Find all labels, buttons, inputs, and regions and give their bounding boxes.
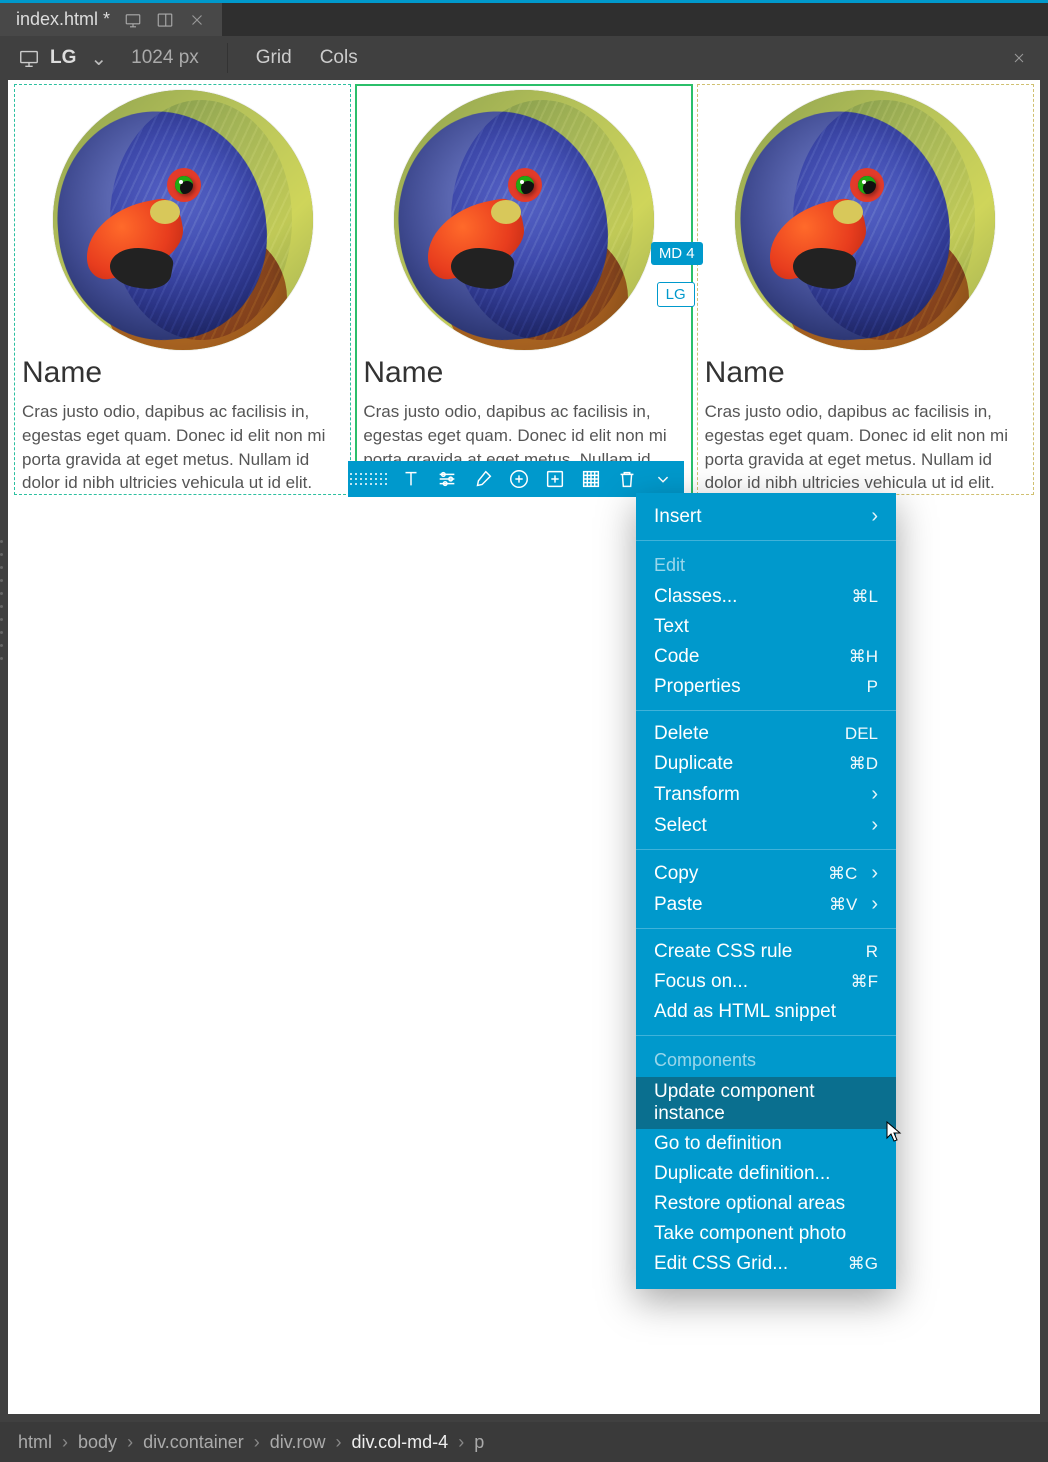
crumb-p[interactable]: p xyxy=(474,1432,484,1453)
collapsed-panel-handle[interactable] xyxy=(0,540,6,660)
insert-into-icon[interactable] xyxy=(544,468,566,490)
menu-properties[interactable]: PropertiesP xyxy=(636,672,896,702)
menu-delete[interactable]: DeleteDEL xyxy=(636,719,896,749)
tabbar-empty xyxy=(222,3,1048,36)
card-image[interactable] xyxy=(735,90,995,350)
breadcrumb: html › body › div.container › div.row › … xyxy=(0,1422,1048,1462)
edit-text-icon[interactable] xyxy=(400,468,422,490)
menu-copy[interactable]: Copy⌘C› xyxy=(636,858,896,889)
menu-insert[interactable]: Insert › xyxy=(636,501,896,532)
chevron-right-icon: › xyxy=(871,783,878,806)
viewport-device-icon[interactable] xyxy=(18,47,40,69)
menu-header-edit: Edit xyxy=(636,549,896,582)
tab-title: index.html * xyxy=(16,9,110,30)
menu-take-photo[interactable]: Take component photo xyxy=(636,1219,896,1249)
chevron-right-icon: › xyxy=(335,1432,341,1453)
crumb-container[interactable]: div.container xyxy=(143,1432,244,1453)
card-title[interactable]: Name xyxy=(705,356,1026,390)
card-title[interactable]: Name xyxy=(363,356,684,390)
crumb-body[interactable]: body xyxy=(78,1432,117,1453)
menu-duplicate-definition[interactable]: Duplicate definition... xyxy=(636,1159,896,1189)
card-image[interactable] xyxy=(394,90,654,350)
menu-go-to-definition[interactable]: Go to definition xyxy=(636,1129,896,1159)
tab-bar: index.html * xyxy=(0,0,1048,36)
column-2-selected[interactable]: MD 4 LG Name Cras justo odio, dapibus ac… xyxy=(353,84,694,495)
menu-edit-css-grid[interactable]: Edit CSS Grid...⌘G xyxy=(636,1249,896,1279)
chevron-right-icon: › xyxy=(458,1432,464,1453)
context-menu: Insert › Edit Classes...⌘L Text Code⌘H P… xyxy=(636,493,896,1289)
design-canvas[interactable]: Name Cras justo odio, dapibus ac facilis… xyxy=(8,80,1040,1414)
chevron-right-icon: › xyxy=(871,505,878,528)
chevron-right-icon: › xyxy=(871,814,878,837)
add-icon[interactable] xyxy=(508,468,530,490)
mouse-cursor-icon xyxy=(886,1121,904,1143)
menu-restore-optional[interactable]: Restore optional areas xyxy=(636,1189,896,1219)
menu-create-css-rule[interactable]: Create CSS ruleR xyxy=(636,937,896,967)
menu-update-component-instance[interactable]: Update component instance xyxy=(636,1077,896,1129)
crumb-row[interactable]: div.row xyxy=(270,1432,326,1453)
crumb-html[interactable]: html xyxy=(18,1432,52,1453)
card-text[interactable]: Cras justo odio, dapibus ac facilisis in… xyxy=(22,400,343,495)
chevron-right-icon: › xyxy=(62,1432,68,1453)
menu-text[interactable]: Text xyxy=(636,612,896,642)
menu-header-components: Components xyxy=(636,1044,896,1077)
brush-icon[interactable] xyxy=(472,468,494,490)
column-1[interactable]: Name Cras justo odio, dapibus ac facilis… xyxy=(12,84,353,495)
menu-classes[interactable]: Classes...⌘L xyxy=(636,582,896,612)
grid-toggle[interactable]: Grid xyxy=(256,47,292,69)
device-preview-icon[interactable] xyxy=(124,11,142,29)
toolbar-separator xyxy=(227,43,228,73)
cols-toggle[interactable]: Cols xyxy=(320,47,358,69)
close-panel-icon[interactable] xyxy=(1008,47,1030,69)
column-3[interactable]: Name Cras justo odio, dapibus ac facilis… xyxy=(695,84,1036,495)
canvas-wrap: Name Cras justo odio, dapibus ac facilis… xyxy=(0,80,1048,1422)
trash-icon[interactable] xyxy=(616,468,638,490)
settings-sliders-icon[interactable] xyxy=(436,468,458,490)
close-tab-icon[interactable] xyxy=(188,11,206,29)
menu-duplicate[interactable]: Duplicate⌘D xyxy=(636,749,896,779)
column-badge-md[interactable]: MD 4 xyxy=(651,242,703,265)
chevron-right-icon: › xyxy=(871,893,878,916)
viewport-size-label[interactable]: LG xyxy=(50,47,76,69)
viewport-px-label: 1024 px xyxy=(131,47,199,69)
drag-handle-icon[interactable] xyxy=(350,467,386,491)
menu-select[interactable]: Select› xyxy=(636,810,896,841)
menu-transform[interactable]: Transform› xyxy=(636,779,896,810)
crumb-col[interactable]: div.col-md-4 xyxy=(351,1432,448,1453)
chevron-down-icon[interactable] xyxy=(652,468,674,490)
column-badge-lg[interactable]: LG xyxy=(657,282,695,307)
grid-icon[interactable] xyxy=(580,468,602,490)
menu-paste[interactable]: Paste⌘V› xyxy=(636,889,896,920)
file-tab[interactable]: index.html * xyxy=(0,3,222,36)
card-image[interactable] xyxy=(53,90,313,350)
card-text[interactable]: Cras justo odio, dapibus ac facilisis in… xyxy=(705,400,1026,495)
menu-add-snippet[interactable]: Add as HTML snippet xyxy=(636,997,896,1027)
chevron-right-icon: › xyxy=(871,862,878,885)
chevron-right-icon: › xyxy=(127,1432,133,1453)
row: Name Cras justo odio, dapibus ac facilis… xyxy=(8,80,1040,499)
selection-action-bar[interactable] xyxy=(348,461,684,497)
menu-focus-on[interactable]: Focus on...⌘F xyxy=(636,967,896,997)
viewport-toolbar: LG ⌄ 1024 px Grid Cols xyxy=(0,36,1048,80)
menu-code[interactable]: Code⌘H xyxy=(636,642,896,672)
split-view-icon[interactable] xyxy=(156,11,174,29)
card-title[interactable]: Name xyxy=(22,356,343,390)
chevron-down-icon[interactable]: ⌄ xyxy=(90,46,107,71)
chevron-right-icon: › xyxy=(254,1432,260,1453)
